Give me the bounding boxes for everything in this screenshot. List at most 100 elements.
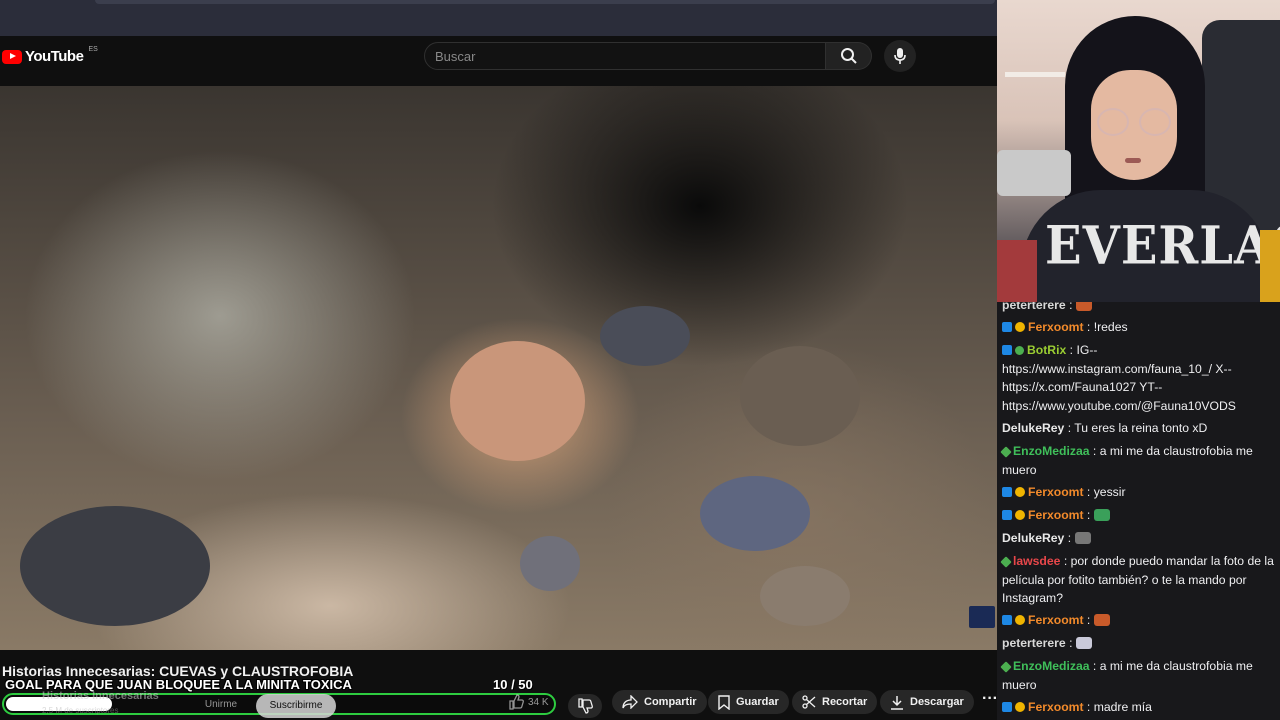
chat-separator: : bbox=[1083, 613, 1094, 627]
chat-username[interactable]: EnzoMedizaa bbox=[1013, 444, 1090, 458]
blue-badge-icon bbox=[1002, 487, 1012, 497]
chat-message: Ferxoomt : bbox=[1002, 611, 1277, 630]
green-badge-icon bbox=[1000, 661, 1012, 673]
chat-separator: : bbox=[1083, 700, 1094, 714]
chat-message: Ferxoomt : yessir bbox=[1002, 483, 1277, 502]
chat-username[interactable]: Ferxoomt bbox=[1028, 700, 1084, 714]
goal-count: 10 / 50 bbox=[493, 677, 533, 692]
chat-emote-icon bbox=[1074, 532, 1091, 544]
glasses-left-lens bbox=[1097, 108, 1129, 136]
microphone bbox=[997, 150, 1071, 196]
gold-badge-icon bbox=[1015, 487, 1025, 497]
gold-badge-icon bbox=[1015, 322, 1025, 332]
video-player[interactable] bbox=[0, 86, 997, 650]
chat-separator: : bbox=[1064, 421, 1075, 435]
chat-username[interactable]: DelukeRey bbox=[1002, 421, 1064, 435]
like-button[interactable]: 34 K bbox=[508, 694, 549, 710]
blue-badge-icon bbox=[1002, 510, 1012, 520]
chat-username[interactable]: Ferxoomt bbox=[1028, 485, 1084, 499]
hoodie-logo-text: EVERLAST bbox=[1045, 215, 1280, 277]
red-sleeve bbox=[997, 240, 1037, 302]
chat-username[interactable]: peterterere bbox=[1002, 636, 1066, 650]
chat-username[interactable]: Ferxoomt bbox=[1028, 320, 1084, 334]
cave-rock bbox=[700, 476, 810, 551]
chat-separator: : bbox=[1065, 302, 1076, 312]
bookmark-icon bbox=[718, 694, 730, 710]
youtube-header: YouTube ES Buscar bbox=[0, 36, 997, 86]
cave-rock bbox=[760, 566, 850, 626]
chat-text: !redes bbox=[1093, 320, 1128, 334]
clip-label: Recortar bbox=[822, 696, 868, 708]
blue-badge-icon bbox=[1002, 345, 1012, 355]
youtube-play-icon bbox=[2, 49, 22, 64]
gold-badge-icon bbox=[1015, 510, 1025, 520]
chat-message: Ferxoomt : madre mía bbox=[1002, 698, 1277, 717]
chat-message: DelukeRey : bbox=[1002, 529, 1277, 548]
chat-separator: : bbox=[1065, 636, 1076, 650]
dislike-button[interactable] bbox=[568, 694, 602, 718]
chat-message: BotRix : IG-- https://www.instagram.com/… bbox=[1002, 341, 1277, 415]
youtube-logo[interactable]: YouTube ES bbox=[2, 46, 98, 65]
chat-username[interactable]: BotRix bbox=[1027, 343, 1066, 357]
chat-username[interactable]: peterterere bbox=[1002, 302, 1066, 312]
channel-watermark bbox=[969, 606, 995, 628]
chat-message: EnzoMedizaa : a mi me da claustrofobia m… bbox=[1000, 442, 1277, 479]
like-count: 34 K bbox=[528, 696, 549, 708]
share-icon bbox=[622, 695, 638, 709]
chat-text: Tu eres la reina tonto xD bbox=[1074, 421, 1208, 435]
gold-badge-icon bbox=[1015, 615, 1025, 625]
chat-message: Ferxoomt : !redes bbox=[1002, 318, 1277, 337]
chat-username[interactable]: Ferxoomt bbox=[1028, 613, 1084, 627]
chat-message: DelukeRey : Tu eres la reina tonto xD bbox=[1002, 419, 1277, 438]
browser-tab-strip[interactable] bbox=[95, 0, 995, 4]
chat-panel: peterterere : Ferxoomt : !redes BotRix : … bbox=[997, 302, 1280, 720]
country-code: ES bbox=[88, 46, 98, 53]
channel-name[interactable]: Historias Innecesarias bbox=[42, 690, 159, 702]
join-button[interactable]: Unirme bbox=[188, 695, 254, 717]
chat-username[interactable]: Ferxoomt bbox=[1028, 508, 1084, 522]
gold-badge-icon bbox=[1015, 702, 1025, 712]
search-input[interactable]: Buscar bbox=[424, 42, 826, 70]
glasses-right-lens bbox=[1139, 108, 1171, 136]
chat-emote-icon bbox=[1075, 637, 1092, 649]
browser-chrome bbox=[0, 0, 997, 36]
chat-message: EnzoMedizaa : a mi me da claustrofobia m… bbox=[1000, 657, 1277, 694]
chat-emote-icon bbox=[1093, 614, 1110, 626]
thumbs-down-icon bbox=[578, 698, 593, 714]
chat-text: madre mía bbox=[1093, 700, 1152, 714]
microphone-icon bbox=[894, 48, 906, 64]
subscribe-button[interactable]: Suscribirme bbox=[256, 694, 336, 718]
blue-badge-icon bbox=[1002, 702, 1012, 712]
chat-emote-icon bbox=[1075, 302, 1092, 311]
chat-message: peterterere : bbox=[1002, 634, 1277, 653]
clip-button[interactable]: Recortar bbox=[792, 690, 878, 714]
voice-search-button[interactable] bbox=[884, 40, 916, 72]
cave-rock bbox=[600, 306, 690, 366]
search-button[interactable] bbox=[826, 42, 872, 70]
chat-emote-icon bbox=[1093, 509, 1110, 521]
download-button[interactable]: Descargar bbox=[880, 690, 974, 714]
blue-badge-icon bbox=[1002, 322, 1012, 332]
youtube-logo-text: YouTube bbox=[25, 48, 84, 65]
webcam-overlay: EVERLAST bbox=[997, 0, 1280, 302]
video-info: Historias Innecesarias: CUEVAS y CLAUSTR… bbox=[0, 650, 998, 720]
share-button[interactable]: Compartir bbox=[612, 690, 707, 714]
save-label: Guardar bbox=[736, 696, 779, 708]
chat-separator: : bbox=[1064, 531, 1075, 545]
chat-separator: : bbox=[1083, 485, 1094, 499]
chat-separator: : bbox=[1089, 659, 1100, 673]
chat-separator: : bbox=[1089, 444, 1100, 458]
chat-username[interactable]: lawsdee bbox=[1013, 554, 1060, 568]
download-icon bbox=[891, 695, 903, 710]
cave-rock bbox=[20, 506, 210, 626]
chat-username[interactable]: EnzoMedizaa bbox=[1013, 659, 1090, 673]
verified-badge-icon bbox=[1015, 346, 1024, 355]
save-button[interactable]: Guardar bbox=[708, 690, 789, 714]
chat-username[interactable]: DelukeRey bbox=[1002, 531, 1064, 545]
chat-separator: : bbox=[1083, 508, 1094, 522]
chat-text: yessir bbox=[1093, 485, 1126, 499]
green-badge-icon bbox=[1000, 446, 1012, 458]
shelf bbox=[1005, 72, 1065, 77]
thumbs-up-icon bbox=[509, 694, 524, 710]
green-badge-icon bbox=[1000, 556, 1012, 568]
